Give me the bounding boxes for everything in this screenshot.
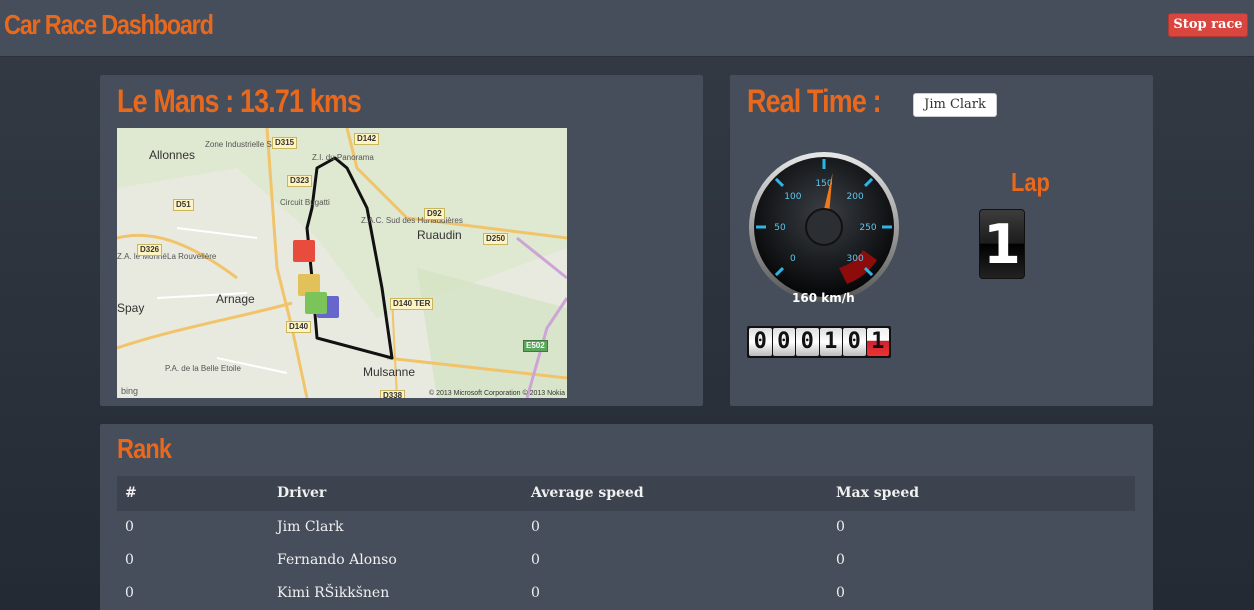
map-place-label: La Rouvelière — [167, 252, 217, 261]
column-header: Driver — [277, 485, 327, 501]
avg-speed-cell: 0 — [531, 519, 540, 535]
road-label: D142 — [354, 133, 380, 145]
map-graphics — [117, 128, 567, 398]
lap-title: Lap — [1011, 167, 1050, 197]
driver-cell: Jim Clark — [277, 519, 344, 535]
road-label: D140 TER — [390, 298, 434, 310]
map-place-label: Zone Industrielle Sud — [205, 140, 281, 149]
avg-speed-cell: 0 — [531, 585, 540, 601]
table-row: 0 Jim Clark 0 0 — [117, 511, 1135, 544]
column-header: Max speed — [836, 485, 920, 501]
map-place-label: Spay — [117, 301, 145, 315]
road-label: D92 — [424, 208, 445, 220]
max-speed-cell: 0 — [836, 585, 845, 601]
rank-panel: Rank # Driver Average speed Max speed 0 … — [100, 424, 1153, 610]
driver-cell: Fernando Alonso — [277, 552, 397, 568]
road-label: D326 — [137, 244, 163, 256]
gauge-tick-label: 50 — [774, 223, 786, 233]
driver-select[interactable]: Jim Clark — [913, 93, 997, 117]
map-attribution: © 2013 Microsoft Corporation © 2013 Noki… — [429, 390, 565, 397]
road-label: D338 — [380, 390, 406, 398]
track-title: Le Mans : 13.71 kms — [117, 83, 362, 119]
table-row: 0 Kimi RŠikkšnen 0 0 — [117, 577, 1135, 610]
driver-cell: Kimi RŠikkšnen — [277, 585, 390, 601]
rank-title: Rank — [117, 433, 172, 464]
speed-gauge: 050100150200250300 — [749, 152, 899, 302]
road-label: D140 — [286, 321, 312, 333]
gauge-tick-label: 200 — [847, 192, 864, 202]
app-title: Car Race Dashboard — [4, 9, 214, 40]
max-speed-cell: 0 — [836, 519, 845, 535]
map-place-label: Z.A.C. Sud des Hunaudières — [361, 216, 463, 225]
bing-logo: bing — [121, 386, 139, 396]
map-place-label: P.A. de la Belle Etoile — [165, 364, 241, 373]
track-panel: Le Mans : 13.71 kms Allonnes Arnage Ruau… — [100, 75, 703, 406]
map-place-label: Mulsanne — [363, 365, 416, 379]
odometer-digit: 1 — [819, 328, 842, 356]
lap-counter: 1 — [979, 209, 1025, 279]
gauge-tick-label: 100 — [784, 192, 801, 202]
track-map[interactable]: Allonnes Arnage Ruaudin Mulsanne Spay Ci… — [117, 128, 567, 398]
road-label: D250 — [483, 233, 509, 245]
column-header: Average speed — [531, 485, 644, 501]
road-label: D315 — [272, 137, 298, 149]
map-place-label: Z.I. du Panorama — [312, 153, 374, 162]
gauge-tick-label: 0 — [790, 254, 796, 264]
odometer-digit: 1 — [866, 328, 889, 356]
car-marker[interactable] — [305, 292, 327, 314]
odometer-digit: 0 — [772, 328, 795, 356]
top-bar: Car Race Dashboard Stop race — [0, 0, 1254, 57]
column-header: # — [125, 485, 137, 501]
odometer-digit: 0 — [843, 328, 866, 356]
rank-cell: 0 — [125, 519, 134, 535]
map-place-label: Circuit Bugatti — [280, 198, 330, 207]
gauge-tick-label: 250 — [859, 223, 876, 233]
rank-cell: 0 — [125, 585, 134, 601]
speed-readout: 160 km/h — [792, 291, 855, 305]
realtime-panel: Real Time : Jim Clark 0 50 100 150 200 250 300… — [730, 75, 1153, 406]
road-label: E502 — [523, 340, 548, 352]
rank-cell: 0 — [125, 552, 134, 568]
gauge-tick-label: 300 — [847, 254, 864, 264]
table-header-row: # Driver Average speed Max speed — [117, 476, 1135, 511]
map-place-label: Arnage — [216, 292, 255, 306]
stop-race-button[interactable]: Stop race — [1168, 13, 1248, 37]
road-label: D323 — [287, 175, 313, 187]
odometer-digit: 0 — [749, 328, 772, 356]
max-speed-cell: 0 — [836, 552, 845, 568]
odometer: 0 0 0 1 0 1 — [747, 326, 891, 358]
map-place-label: Ruaudin — [417, 228, 462, 242]
rank-table: # Driver Average speed Max speed 0 Jim C… — [117, 476, 1135, 610]
map-place-label: Allonnes — [149, 148, 196, 162]
avg-speed-cell: 0 — [531, 552, 540, 568]
table-row: 0 Fernando Alonso 0 0 — [117, 544, 1135, 577]
car-marker[interactable] — [293, 240, 315, 262]
road-label: D51 — [173, 199, 194, 211]
realtime-title: Real Time : — [747, 83, 882, 119]
odometer-digit: 0 — [796, 328, 819, 356]
